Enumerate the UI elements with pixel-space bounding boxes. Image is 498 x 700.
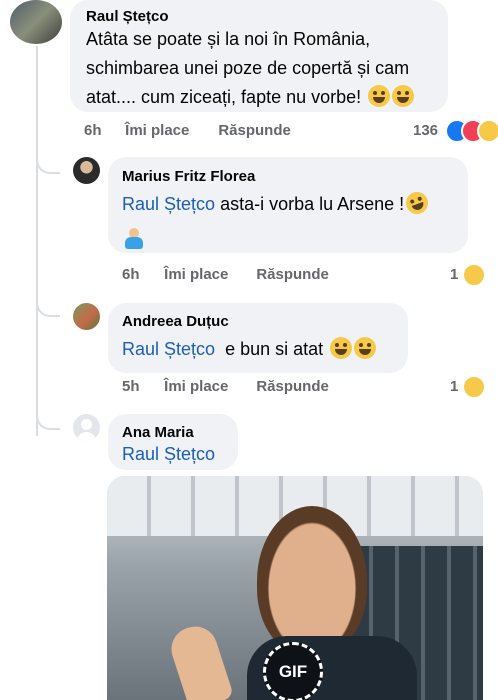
thread-branch [36, 398, 60, 430]
mention-link[interactable]: Raul Ștețco [122, 440, 215, 469]
gif-badge-label: GIF [278, 662, 308, 681]
haha-reaction-icon [462, 375, 486, 399]
reply-button[interactable]: Răspunde [256, 378, 329, 395]
comment-actions: 6h Îmi place Răspunde [84, 122, 291, 139]
joy-emoji-icon [354, 337, 377, 359]
reaction-count[interactable]: 1 [450, 378, 458, 395]
grinning-sweat-emoji-icon [368, 85, 391, 107]
comment-time[interactable]: 6h [84, 122, 121, 139]
comment-author[interactable]: Andreea Duțuc [122, 313, 229, 330]
comment-actions: 5h Îmi place Răspunde [122, 378, 329, 395]
avatar[interactable] [10, 0, 62, 44]
comment-actions: 6h Îmi place Răspunde [122, 266, 329, 283]
avatar[interactable] [73, 414, 100, 441]
grinning-sweat-emoji-icon [392, 85, 415, 107]
gif-badge[interactable]: GIF [263, 642, 323, 700]
thread-branch [36, 285, 60, 317]
comment-text: Atâta se poate și la noi în România, sch… [86, 25, 446, 112]
avatar[interactable] [73, 303, 100, 330]
mention-link[interactable]: Raul Ștețco [122, 339, 215, 359]
gif-attachment[interactable]: GIF [107, 476, 483, 700]
reaction-count[interactable]: 1 [450, 266, 458, 283]
haha-reaction-icon [462, 263, 486, 287]
thread-line [36, 46, 38, 436]
haha-reaction-icon [477, 119, 498, 143]
comment-text: Raul Ștețco asta-i vorba lu Arsene ! [122, 188, 462, 219]
joy-emoji-icon [330, 337, 353, 359]
comment-author[interactable]: Ana Maria [122, 424, 194, 441]
comment-text-body: e bun si atat [215, 339, 329, 359]
like-button[interactable]: Îmi place [164, 378, 252, 395]
comment-text: Raul Ștețco e bun si atat [122, 335, 402, 364]
comment-text-line: schimbarea unei poze de copertă și cam [86, 58, 410, 78]
reaction-count[interactable]: 136 [413, 122, 438, 139]
mention-link[interactable]: Raul Ștețco [122, 194, 215, 214]
comment-text-line: Atâta se poate și la noi în România, [86, 29, 371, 49]
person-figure [257, 506, 367, 656]
rofl-emoji-icon [403, 188, 432, 218]
like-button[interactable]: Îmi place [164, 266, 252, 283]
comment-text-line: atat.... cum ziceați, fapte nu vorbe! [86, 87, 367, 107]
comment-author[interactable]: Raul Ștețco [86, 8, 169, 25]
comment-time[interactable]: 6h [122, 266, 160, 283]
like-button[interactable]: Îmi place [125, 122, 214, 139]
comment-text-line-wrap: atat.... cum ziceați, fapte nu vorbe! [86, 83, 446, 112]
comment-author[interactable]: Marius Fritz Florea [122, 168, 255, 185]
reply-button[interactable]: Răspunde [218, 122, 291, 139]
comment-text-body: asta-i vorba lu Arsene ! [215, 194, 405, 214]
person-shrugging-emoji-icon [122, 228, 146, 250]
avatar[interactable] [73, 157, 100, 184]
reply-button[interactable]: Răspunde [256, 266, 329, 283]
comment-time[interactable]: 5h [122, 378, 160, 395]
thread-branch [36, 140, 60, 174]
